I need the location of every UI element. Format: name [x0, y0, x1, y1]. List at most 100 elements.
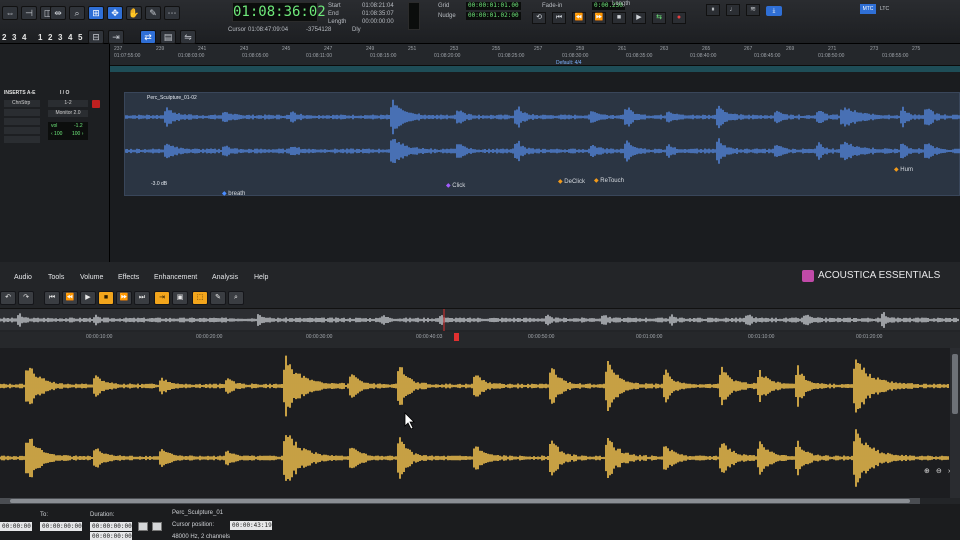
search-icon[interactable]: ⌕	[69, 6, 85, 20]
marker-lane[interactable]	[110, 66, 960, 72]
duration-option-icon[interactable]	[152, 522, 162, 531]
record-icon[interactable]: ●	[672, 12, 686, 24]
insert-slot-2[interactable]	[4, 109, 40, 116]
track-number-3[interactable]: 3	[12, 33, 16, 42]
follow-icon[interactable]: ⇥	[154, 291, 170, 305]
wait-icon[interactable]: ⤓	[766, 6, 782, 16]
marker-breath[interactable]: ◆ breath	[222, 190, 245, 197]
grabber-tool-icon[interactable]: ⊞	[88, 6, 104, 20]
pencil-icon-ac[interactable]: ✎	[210, 291, 226, 305]
mtc-button[interactable]: MTC	[860, 4, 876, 14]
play-icon[interactable]: ▶	[632, 12, 646, 24]
duration-lock-icon[interactable]	[138, 522, 148, 531]
zoom-icon-ac[interactable]: ⌕	[228, 291, 244, 305]
smart-tool-icon[interactable]: ✥	[107, 6, 123, 20]
insert-slot-4[interactable]	[4, 127, 40, 134]
track-number-4[interactable]: 4	[22, 33, 26, 42]
zoom-in-icon[interactable]: ⊕	[924, 468, 932, 476]
undo-icon[interactable]: ↶	[0, 291, 16, 305]
end-value[interactable]: 01:08:35:07	[362, 10, 394, 18]
go-start-icon[interactable]: ⏮	[44, 291, 60, 305]
insert-slot-5[interactable]	[4, 136, 40, 143]
hand-tool-icon[interactable]: ✋	[126, 6, 142, 20]
rewind-icon[interactable]: ⏪	[572, 12, 586, 24]
forward-icon[interactable]: ⏩	[592, 12, 606, 24]
marker-click[interactable]: ◆ Click	[446, 182, 465, 189]
track-number-4b[interactable]: 4	[68, 33, 72, 42]
menu-tools[interactable]: Tools	[48, 274, 64, 281]
to-field[interactable]: 00:00:00:00	[40, 522, 82, 531]
marker-hum[interactable]: ◆ Hum	[894, 166, 913, 173]
play-icon-ac[interactable]: ▶	[80, 291, 96, 305]
waveform-channel-2	[0, 429, 949, 487]
link-icon[interactable]: ⇄	[140, 30, 156, 44]
length-value[interactable]: 00:00:00:00	[362, 18, 394, 26]
tab-icon[interactable]: ⇥	[108, 30, 124, 44]
trim-tool-icon[interactable]: ⊣	[21, 6, 37, 20]
io-output-selector[interactable]: Monitor 2.0	[48, 110, 88, 117]
marker-retouch[interactable]: ◆ ReTouch	[594, 177, 624, 184]
multi-tool-icon[interactable]: ⋯	[164, 6, 180, 20]
marker-declick[interactable]: ◆ DeClick	[558, 178, 585, 185]
playhead-marker-icon[interactable]	[454, 333, 459, 341]
menu-volume[interactable]: Volume	[80, 274, 103, 281]
from-field[interactable]: 00:00:00:00	[0, 522, 42, 531]
select-tool-icon-ac[interactable]: ⬚	[192, 291, 208, 305]
go-end-icon[interactable]: ⏭	[134, 291, 150, 305]
cursor-position-field[interactable]: 00:00:43:19	[230, 521, 272, 530]
ltc-label[interactable]: LTC	[880, 4, 889, 14]
track-number-2b[interactable]: 2	[48, 33, 52, 42]
volume-pan-display[interactable]: vol -1.2 ‹ 100 100 ›	[48, 122, 88, 140]
daw-timeline-ruler[interactable]: 237 239 241 243 245 247 249 251 253 255 257 259 261 2…	[110, 44, 960, 66]
zoom-tool-icon[interactable]: ⇔	[2, 6, 18, 20]
audio-clip[interactable]: Perc_Sculpture_01-02 -3.0 dB	[124, 92, 960, 196]
ac-ruler-time-label: 00:01:00:00	[636, 334, 663, 340]
grid-icon[interactable]: ⊟	[88, 30, 104, 44]
monitor-icon[interactable]: ▣	[172, 291, 188, 305]
stop-icon-ac[interactable]: ■	[98, 291, 114, 305]
io-input-selector[interactable]: 1-2	[48, 100, 88, 107]
zoom-out-icon[interactable]: ⊖	[936, 468, 944, 476]
track-number-2[interactable]: 2	[2, 33, 6, 42]
redo-icon[interactable]: ↷	[18, 291, 34, 305]
forward-icon-ac[interactable]: ⏩	[116, 291, 132, 305]
edit-tools-group-2: ⇹ ⌕ ⊞ ✥ ✋ ✎ ⋯	[50, 4, 180, 22]
link-tool-icon[interactable]: ⇹	[50, 6, 66, 20]
metronome-icon[interactable]: ♩	[726, 4, 740, 16]
menu-enhancement[interactable]: Enhancement	[154, 274, 197, 281]
duration-field[interactable]: 00:00:00:00	[90, 522, 132, 531]
start-value[interactable]: 01:08:21:04	[362, 2, 394, 10]
record-arm-icon[interactable]	[92, 100, 100, 108]
loop-play-icon[interactable]: ⇆	[652, 12, 666, 24]
menu-audio[interactable]: Audio	[14, 274, 32, 281]
acoustica-waveform-view[interactable]	[0, 348, 950, 498]
track-number-5[interactable]: 5	[78, 33, 82, 42]
insert-slot-1[interactable]: ChnStrp	[4, 100, 40, 107]
main-counter[interactable]: 01:08:36:02	[232, 2, 326, 22]
pencil-tool-icon[interactable]: ✎	[145, 6, 161, 20]
nudge-value[interactable]: 00:00:01.02:00	[466, 12, 521, 20]
menu-effects[interactable]: Effects	[118, 274, 139, 281]
acoustica-time-ruler[interactable]: 00:00:10:00 00:00:20:00 00:00:30:00 00:00:4…	[0, 332, 960, 348]
loop-icon[interactable]: ⟲	[532, 12, 546, 24]
insert-icon[interactable]: ▤	[160, 30, 176, 44]
ruler-bar-label: 237	[114, 46, 123, 52]
duration-field-2[interactable]: 00:00:00:00	[90, 532, 132, 540]
midi-icon[interactable]: ≋	[746, 4, 760, 16]
pause-icon[interactable]: ⏸	[706, 4, 720, 16]
grid-value[interactable]: 00:00:01:01.00	[466, 2, 521, 10]
vertical-scroll-thumb[interactable]	[952, 354, 958, 414]
overview-waveform[interactable]	[0, 308, 960, 331]
rewind-icon-ac[interactable]: ⏪	[62, 291, 78, 305]
menu-analysis[interactable]: Analysis	[212, 274, 238, 281]
insert-slot-3[interactable]	[4, 118, 40, 125]
horizontal-scroll-thumb[interactable]	[10, 499, 910, 503]
mirror-icon[interactable]: ⇋	[180, 30, 196, 44]
stop-icon[interactable]: ■	[612, 12, 626, 24]
track-number-1[interactable]: 1	[38, 33, 42, 42]
scroll-right-icon[interactable]: ›	[948, 468, 956, 476]
rewind-start-icon[interactable]: ⏮	[552, 12, 566, 24]
menu-help[interactable]: Help	[254, 274, 268, 281]
length-label: Length	[328, 19, 347, 25]
track-number-3b[interactable]: 3	[58, 33, 62, 42]
